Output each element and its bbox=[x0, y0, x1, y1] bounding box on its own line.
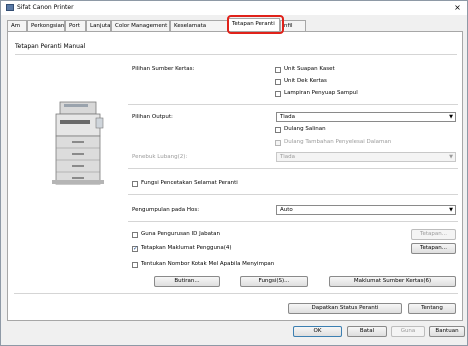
output-option-label: Pilihan Output: bbox=[132, 114, 173, 120]
puncher-select[interactable]: Tiada ▼ bbox=[276, 152, 456, 162]
get-device-status-button[interactable]: Dapatkan Status Peranti bbox=[288, 303, 402, 314]
cassette-feeding-unit-checkbox[interactable] bbox=[275, 67, 281, 73]
details-button[interactable]: Butiran... bbox=[154, 276, 220, 287]
tab-color-management[interactable]: Color Management bbox=[111, 20, 170, 31]
active-tab-highlight bbox=[227, 15, 284, 34]
mailbox-number-label: Tentukan Nombor Kotak Mel Apabila Menyim… bbox=[141, 261, 275, 267]
output-option-select[interactable]: Tiada ▼ bbox=[276, 112, 456, 122]
dept-id-checkbox[interactable] bbox=[132, 232, 138, 238]
envelope-feeder-label: Lampiran Penyuap Sampul bbox=[284, 90, 358, 96]
paper-source-info-button[interactable]: Maklumat Sumber Kertas(6) bbox=[329, 276, 456, 287]
chevron-down-icon: ▼ bbox=[449, 114, 453, 120]
dept-id-label: Guna Pengurusan ID Jabatan bbox=[141, 231, 221, 237]
apply-button[interactable]: Guna bbox=[391, 326, 425, 337]
tab-general[interactable]: Am bbox=[7, 20, 27, 31]
title-bar: Sifat Canon Printer × bbox=[1, 1, 467, 15]
user-info-label: Tetapkan Maklumat Pengguna(4) bbox=[141, 245, 232, 251]
puncher-label: Penebuk Lubang(2): bbox=[132, 154, 188, 160]
device-settings-panel: Tetapan Peranti Manual Pilihan Sumber Ke… bbox=[7, 31, 463, 321]
about-button[interactable]: Tentang bbox=[408, 303, 456, 314]
section-divider bbox=[128, 194, 458, 195]
dept-id-settings-button[interactable]: Tetapan... bbox=[411, 229, 456, 240]
ok-button[interactable]: OK bbox=[293, 326, 342, 337]
copy-tray-checkbox[interactable] bbox=[275, 127, 281, 133]
close-icon[interactable]: × bbox=[452, 3, 463, 12]
user-info-settings-button[interactable]: Tetapan... bbox=[411, 243, 456, 254]
printer-icon bbox=[6, 4, 14, 11]
host-spooling-value: Auto bbox=[280, 207, 293, 213]
paper-source-label: Pilihan Sumber Kertas: bbox=[132, 66, 195, 72]
copy-tray-label: Dulang Salinan bbox=[284, 126, 326, 132]
cancel-button[interactable]: Batal bbox=[347, 326, 387, 337]
host-spooling-label: Pengumpulan pada Hos: bbox=[132, 207, 200, 213]
printer-properties-window: Sifat Canon Printer × Am Perkongsian Por… bbox=[0, 0, 468, 346]
panel-header: Tetapan Peranti Manual bbox=[15, 43, 86, 50]
section-divider bbox=[14, 293, 458, 294]
window-title: Sifat Canon Printer bbox=[17, 4, 74, 11]
section-divider bbox=[128, 104, 458, 105]
inner-finisher-tray-checkbox[interactable] bbox=[275, 140, 281, 146]
output-option-value: Tiada bbox=[280, 114, 295, 120]
tab-security[interactable]: Keselamata bbox=[170, 20, 228, 31]
printer-image bbox=[52, 101, 104, 185]
tab-advanced[interactable]: Lanjutan bbox=[86, 20, 114, 31]
paper-deck-unit-checkbox[interactable] bbox=[275, 79, 281, 85]
cassette-feeding-unit-label: Unit Suapan Kaset bbox=[284, 66, 335, 72]
secure-print-checkbox[interactable] bbox=[132, 181, 138, 187]
functions-button[interactable]: Fungsi(S)... bbox=[240, 276, 308, 287]
user-info-checkbox[interactable] bbox=[132, 245, 138, 252]
puncher-value: Tiada bbox=[280, 154, 295, 160]
host-spooling-select[interactable]: Auto ▼ bbox=[276, 205, 456, 215]
inner-finisher-tray-label: Dulang Tambahan Penyelesai Dalaman bbox=[284, 139, 392, 145]
section-divider bbox=[128, 168, 458, 169]
mailbox-number-checkbox[interactable] bbox=[132, 262, 138, 268]
secure-print-label: Fungsi Pencetakan Selamat Peranti bbox=[141, 180, 238, 186]
chevron-down-icon: ▼ bbox=[449, 154, 453, 160]
envelope-feeder-checkbox[interactable] bbox=[275, 91, 281, 97]
chevron-down-icon: ▼ bbox=[449, 207, 453, 213]
tab-port[interactable]: Port bbox=[65, 20, 86, 31]
header-divider bbox=[15, 54, 457, 55]
paper-deck-unit-label: Unit Dek Kertas bbox=[284, 78, 327, 84]
help-button[interactable]: Bantuan bbox=[429, 326, 465, 337]
tab-sharing[interactable]: Perkongsian bbox=[27, 20, 65, 31]
section-divider bbox=[128, 221, 458, 222]
